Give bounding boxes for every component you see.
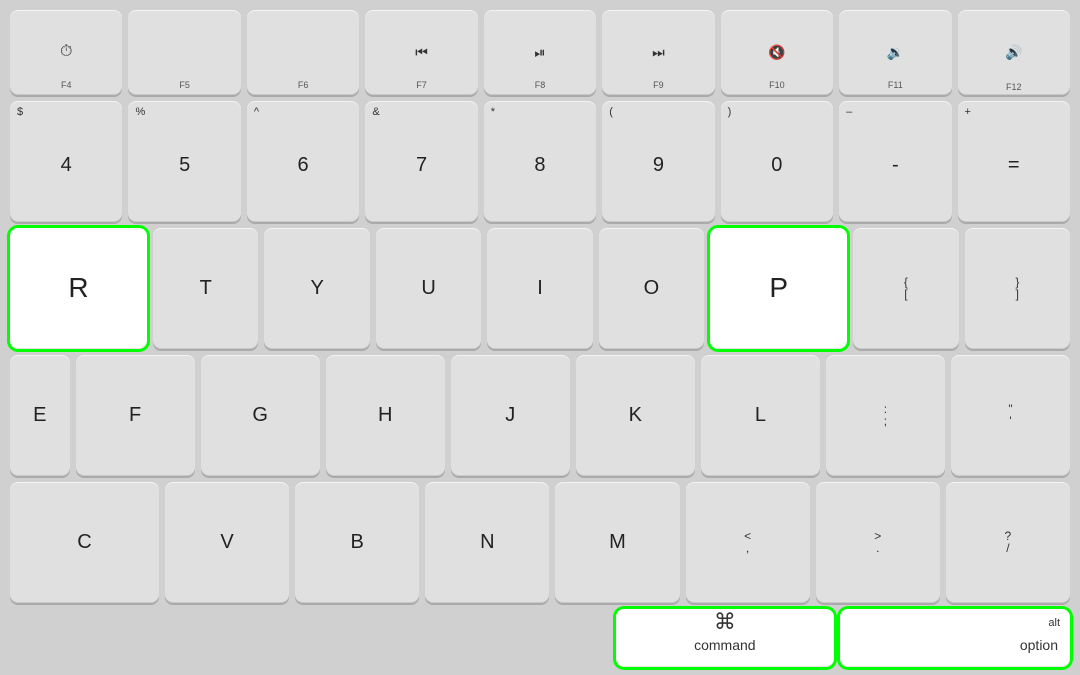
key-b[interactable]: B [295,482,419,603]
key-y[interactable]: Y [264,228,369,349]
fn-row: ⏱ F4 F5 F6 ⏮ F7 ⏯ F8 ⏭ F9 🔇 F10 🔉 F11 [10,10,1070,95]
key-r[interactable]: R [10,228,147,349]
home-row: E F G H J K L : ; " ' [10,355,1070,476]
key-u[interactable]: U [376,228,481,349]
option-label: option [1020,637,1058,653]
key-5[interactable]: % 5 [128,101,240,222]
key-9[interactable]: ( 9 [602,101,714,222]
key-p[interactable]: P [710,228,847,349]
key-m[interactable]: M [555,482,679,603]
key-f11[interactable]: 🔉 F11 [839,10,951,95]
key-semicolon[interactable]: : ; [826,355,945,476]
key-n[interactable]: N [425,482,549,603]
key-f6[interactable]: F6 [247,10,359,95]
key-comma[interactable]: < , [686,482,810,603]
key-j[interactable]: J [451,355,570,476]
modifier-row: ⌘ command alt option [10,609,1070,675]
keyboard: ⏱ F4 F5 F6 ⏮ F7 ⏯ F8 ⏭ F9 🔇 F10 🔉 F11 [0,0,1080,675]
key-7[interactable]: & 7 [365,101,477,222]
key-4[interactable]: $ 4 [10,101,122,222]
key-f5[interactable]: F5 [128,10,240,95]
key-f12[interactable]: 🔊 F12 [958,10,1070,95]
number-row: $ 4 % 5 ^ 6 & 7 * 8 ( 9 ) 0 – - [10,101,1070,222]
key-o[interactable]: O [599,228,704,349]
key-c[interactable]: C [10,482,159,603]
key-f[interactable]: F [76,355,195,476]
key-command[interactable]: ⌘ command [616,609,834,667]
key-option[interactable]: alt option [840,609,1070,667]
key-t[interactable]: T [153,228,258,349]
key-bracket-open[interactable]: { [ [853,228,958,349]
key-e-partial[interactable]: E [10,355,70,476]
key-h[interactable]: H [326,355,445,476]
key-k[interactable]: K [576,355,695,476]
key-0[interactable]: ) 0 [721,101,833,222]
key-l[interactable]: L [701,355,820,476]
key-f8[interactable]: ⏯ F8 [484,10,596,95]
key-f7[interactable]: ⏮ F7 [365,10,477,95]
key-f4[interactable]: ⏱ F4 [10,10,122,95]
key-bracket-close[interactable]: } ] [965,228,1070,349]
key-v[interactable]: V [165,482,289,603]
bottom-row: C V B N M < , > . ? / [10,482,1070,603]
key-8[interactable]: * 8 [484,101,596,222]
key-f9[interactable]: ⏭ F9 [602,10,714,95]
key-period[interactable]: > . [816,482,940,603]
key-6[interactable]: ^ 6 [247,101,359,222]
key-slash[interactable]: ? / [946,482,1070,603]
key-f10[interactable]: 🔇 F10 [721,10,833,95]
key-g[interactable]: G [201,355,320,476]
key-equals[interactable]: + = [958,101,1070,222]
qwerty-row: R T Y U I O P { [ } ] [10,228,1070,349]
key-i[interactable]: I [487,228,592,349]
command-label: command [694,637,755,653]
alt-label: alt [1048,617,1060,629]
command-icon: ⌘ [714,609,736,635]
key-quote[interactable]: " ' [951,355,1070,476]
key-minus[interactable]: – - [839,101,951,222]
